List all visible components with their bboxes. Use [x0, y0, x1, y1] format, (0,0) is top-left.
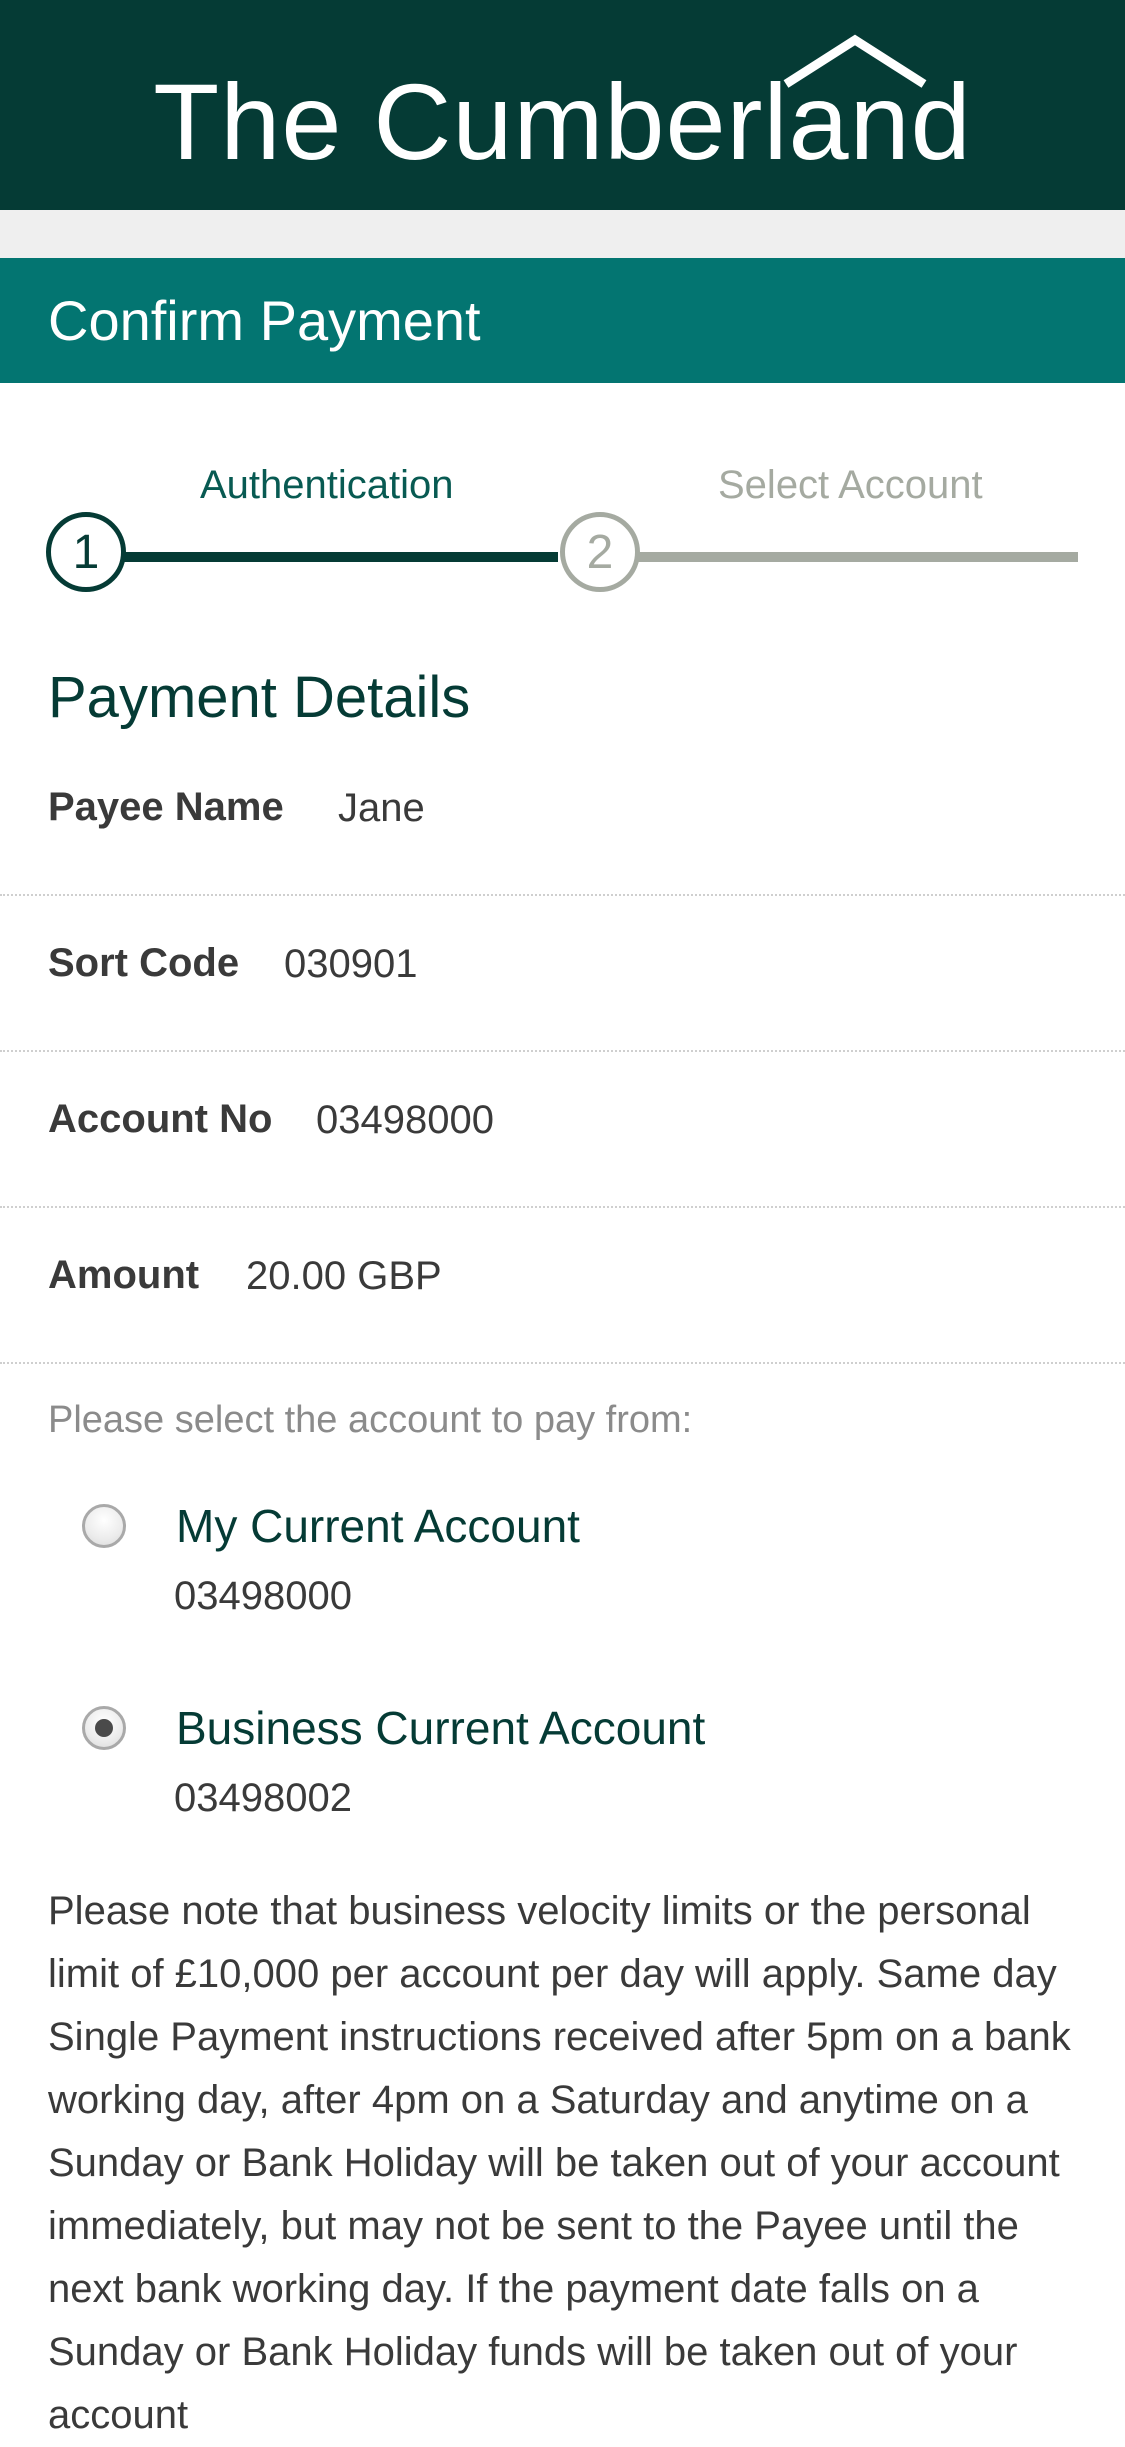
- detail-label: Payee Name: [48, 785, 284, 829]
- step-label-select-account: Select Account: [718, 463, 983, 507]
- step-2-indicator: 2: [560, 512, 640, 592]
- step-1-indicator: 1: [46, 512, 126, 592]
- detail-row-sort-code: Sort Code 030901: [0, 896, 1125, 1052]
- account-number: 03498002: [174, 1776, 352, 1820]
- app-header: The Cumberland: [0, 0, 1125, 210]
- detail-label: Sort Code: [48, 941, 240, 985]
- progress-stepper: Authentication Select Account 1 2: [0, 460, 1125, 610]
- detail-value: 20.00 GBP: [246, 1254, 442, 1298]
- account-radio[interactable]: [82, 1504, 126, 1548]
- step-label-authentication: Authentication: [200, 463, 454, 507]
- detail-value: Jane: [338, 786, 425, 830]
- account-name[interactable]: My Current Account: [176, 1484, 580, 1568]
- payment-details-heading: Payment Details: [48, 665, 471, 730]
- step-progress-line-inactive: [600, 552, 1078, 562]
- page-title: Confirm Payment: [48, 289, 481, 352]
- account-option-my-current-account[interactable]: My Current Account 03498000: [0, 1484, 1125, 1654]
- detail-row-account-no: Account No 03498000: [0, 1052, 1125, 1208]
- detail-label: Amount: [48, 1253, 200, 1297]
- account-option-business-current-account[interactable]: Business Current Account 03498002: [0, 1686, 1125, 1856]
- radio-selected-dot: [95, 1719, 113, 1737]
- header-spacer: [0, 210, 1125, 258]
- brand-logo-text: The Cumberland: [153, 61, 972, 182]
- detail-label: Account No: [48, 1097, 273, 1141]
- payment-limits-note: Please note that business velocity limit…: [48, 1889, 1071, 2437]
- account-name[interactable]: Business Current Account: [176, 1686, 705, 1770]
- step-progress-line-active: [86, 552, 558, 562]
- detail-row-payee-name: Payee Name Jane: [0, 740, 1125, 896]
- account-number: 03498000: [174, 1574, 352, 1618]
- select-account-prompt: Please select the account to pay from:: [48, 1399, 693, 1441]
- account-radio-selected[interactable]: [82, 1706, 126, 1750]
- detail-value: 030901: [284, 942, 418, 986]
- detail-value: 03498000: [316, 1098, 494, 1142]
- title-bar: Confirm Payment: [0, 258, 1125, 383]
- detail-row-amount: Amount 20.00 GBP: [0, 1208, 1125, 1364]
